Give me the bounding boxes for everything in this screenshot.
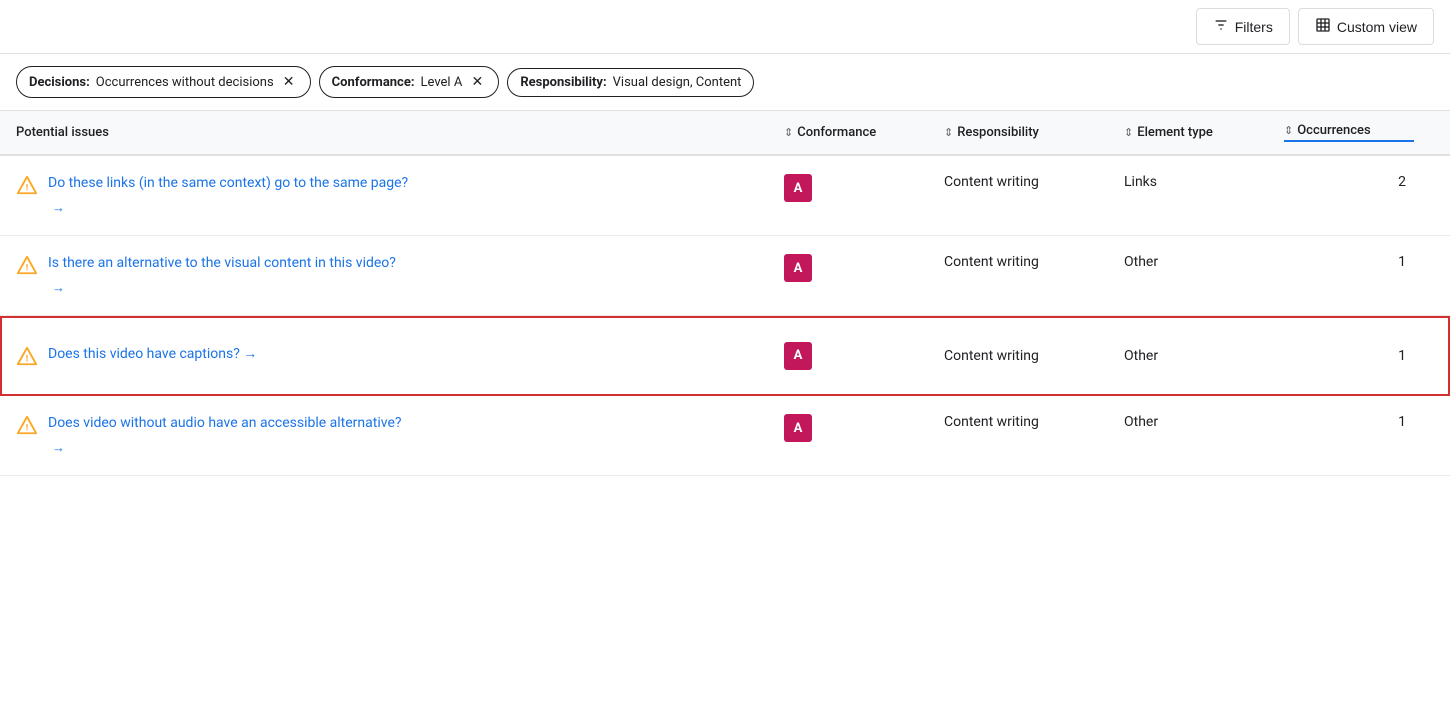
col-header-conformance[interactable]: ⇕ Conformance: [784, 125, 944, 140]
issue-cell-4: ! Does video without audio have an acces…: [16, 414, 784, 456]
decisions-chip-value: Occurrences without decisions: [96, 75, 274, 90]
occurrences-4: 1: [1284, 414, 1414, 430]
table-icon: [1315, 17, 1331, 36]
filter-chips-bar: Decisions: Occurrences without decisions…: [0, 54, 1450, 111]
issue-title-4[interactable]: Does video without audio have an accessi…: [48, 414, 402, 434]
col-header-element-type[interactable]: ⇕ Element type: [1124, 125, 1284, 140]
decisions-chip-label: Decisions:: [29, 75, 90, 90]
col-header-responsibility[interactable]: ⇕ Responsibility: [944, 125, 1124, 140]
responsibility-3: Content writing: [944, 348, 1124, 364]
element-type-4: Other: [1124, 414, 1284, 430]
conformance-chip[interactable]: Conformance: Level A ✕: [319, 66, 500, 98]
custom-view-label: Custom view: [1337, 19, 1417, 35]
table-row-highlighted: ! Does this video have captions? → A Con…: [0, 316, 1450, 396]
badge-a-4: A: [784, 414, 812, 442]
decisions-chip-close[interactable]: ✕: [280, 73, 298, 91]
element-type-1: Links: [1124, 174, 1284, 190]
sort-icon-conformance: ⇕: [784, 126, 793, 139]
warning-icon-2: !: [16, 254, 38, 276]
warning-icon-1: !: [16, 174, 38, 196]
element-type-2: Other: [1124, 254, 1284, 270]
conformance-badge-4: A: [784, 414, 944, 442]
badge-a-2: A: [784, 254, 812, 282]
sort-icon-element-type: ⇕: [1124, 126, 1133, 139]
issue-arrow-1[interactable]: →: [16, 200, 784, 216]
warning-icon-3: !: [16, 345, 38, 367]
sort-icon-responsibility: ⇕: [944, 126, 953, 139]
responsibility-2: Content writing: [944, 254, 1124, 270]
issues-table: Potential issues ⇕ Conformance ⇕ Respons…: [0, 111, 1450, 476]
custom-view-button[interactable]: Custom view: [1298, 8, 1434, 45]
conformance-badge-3: A: [784, 342, 944, 370]
issue-cell-2: ! Is there an alternative to the visual …: [16, 254, 784, 296]
filters-button[interactable]: Filters: [1196, 8, 1290, 45]
conformance-chip-label: Conformance:: [332, 75, 415, 90]
conformance-chip-close[interactable]: ✕: [468, 73, 486, 91]
svg-text:!: !: [26, 424, 28, 434]
table-row: ! Do these links (in the same context) g…: [0, 156, 1450, 236]
toolbar: Filters Custom view: [0, 0, 1450, 54]
issue-arrow-2[interactable]: →: [16, 280, 784, 296]
sort-icon-occurrences: ⇕: [1284, 124, 1293, 137]
responsibility-4: Content writing: [944, 414, 1124, 430]
decisions-chip[interactable]: Decisions: Occurrences without decisions…: [16, 66, 311, 98]
col-header-occurrences[interactable]: ⇕ Occurrences: [1284, 123, 1414, 142]
col-label-element-type: Element type: [1137, 125, 1213, 140]
col-label-occurrences: Occurrences: [1297, 123, 1370, 138]
conformance-badge-2: A: [784, 254, 944, 282]
inline-arrow-3: →: [243, 346, 257, 362]
svg-text:!: !: [26, 184, 28, 194]
col-header-potential-issues: Potential issues: [16, 125, 784, 140]
element-type-3: Other: [1124, 348, 1284, 364]
issue-cell-1: ! Do these links (in the same context) g…: [16, 174, 784, 216]
issue-arrow-4[interactable]: →: [16, 440, 784, 456]
conformance-badge-1: A: [784, 174, 944, 202]
svg-text:!: !: [26, 354, 28, 364]
filters-label: Filters: [1235, 19, 1273, 35]
col-label-responsibility: Responsibility: [957, 125, 1039, 140]
responsibility-1: Content writing: [944, 174, 1124, 190]
issue-title-3[interactable]: Does this video have captions? →: [48, 345, 257, 365]
filter-icon: [1213, 17, 1229, 36]
badge-a-3: A: [784, 342, 812, 370]
svg-text:!: !: [26, 264, 28, 274]
table-header: Potential issues ⇕ Conformance ⇕ Respons…: [0, 111, 1450, 156]
col-label-potential-issues: Potential issues: [16, 125, 109, 140]
warning-icon-4: !: [16, 414, 38, 436]
occurrences-2: 1: [1284, 254, 1414, 270]
occurrences-3: 1: [1284, 348, 1414, 364]
badge-a-1: A: [784, 174, 812, 202]
col-label-conformance: Conformance: [797, 125, 876, 140]
issue-title-2[interactable]: Is there an alternative to the visual co…: [48, 254, 396, 274]
conformance-chip-value: Level A: [421, 75, 463, 90]
responsibility-chip-value: Visual design, Content: [613, 75, 742, 90]
responsibility-chip[interactable]: Responsibility: Visual design, Content: [507, 68, 754, 97]
responsibility-chip-label: Responsibility:: [520, 75, 606, 90]
table-row: ! Does video without audio have an acces…: [0, 396, 1450, 476]
occurrences-1: 2: [1284, 174, 1414, 190]
issue-title-1[interactable]: Do these links (in the same context) go …: [48, 174, 408, 194]
issue-cell-3: ! Does this video have captions? →: [16, 345, 784, 367]
table-row: ! Is there an alternative to the visual …: [0, 236, 1450, 316]
